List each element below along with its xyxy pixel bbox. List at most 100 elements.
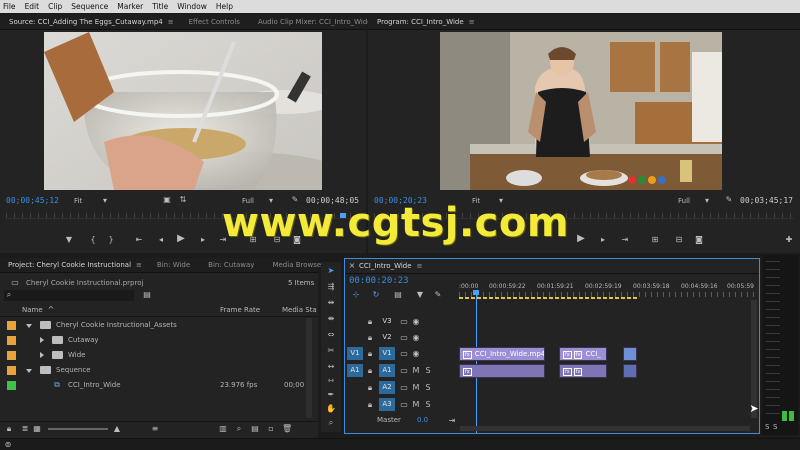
label-color-swatch[interactable] [7,351,16,360]
sync-lock-icon[interactable]: ▭ [399,333,409,343]
tab-source[interactable]: Source: CCI_Adding The Eggs_Cutaway.mp4 [0,15,172,30]
list-item[interactable]: ⧉ CCI_Intro_Wide 23.976 fps 00;00 [0,378,305,393]
slip-tool-icon[interactable]: ↔ [326,362,336,372]
list-item[interactable]: Cheryl Cookie Instructional_Assets [0,318,305,333]
source-patch-button[interactable]: V1 [347,347,363,360]
add-button-icon[interactable]: ✚ [784,235,794,245]
menu-clip[interactable]: Clip [48,2,62,11]
column-media-start[interactable]: Media Sta [282,306,317,314]
mute-icon[interactable]: M [411,383,421,393]
timeline-timecode[interactable]: 00:00:20:23 [349,276,409,286]
sync-lock-icon[interactable]: ▭ [399,349,409,359]
menu-edit[interactable]: Edit [25,2,40,11]
chevron-down-icon[interactable]: ▾ [702,196,712,206]
video-clip[interactable]: fx fx CCI_ [559,347,607,361]
video-clip[interactable] [623,347,637,361]
work-area-bar[interactable] [459,297,639,299]
new-bin-icon[interactable]: ▤ [250,424,260,434]
tab-menu-icon[interactable]: ≡ [136,261,142,269]
tab-menu-icon[interactable]: ≡ [417,262,423,270]
find-icon[interactable]: ⌕ [234,424,244,434]
disclosure-down-icon[interactable] [26,322,38,330]
rolling-edit-tool-icon[interactable]: ⇼ [326,314,336,324]
project-search-input[interactable]: ⌕ [4,290,134,301]
program-resolution-select[interactable]: Full [678,197,690,205]
wrench-icon[interactable]: ✎ [724,195,734,205]
solo-left-button[interactable]: S [765,423,769,431]
extract-icon[interactable]: ⊟ [674,235,684,245]
menu-title[interactable]: Title [152,2,168,11]
track-target-button[interactable]: A1 [379,364,395,377]
column-frame-rate[interactable]: Frame Rate [220,306,260,314]
lock-icon[interactable]: 🔒︎ [4,424,14,434]
go-to-out-icon[interactable]: ⇥ [447,416,457,426]
lock-icon[interactable]: 🔒︎ [365,349,375,359]
status-icon[interactable]: ⊚ [3,440,13,450]
mark-out-icon[interactable]: } [106,235,116,245]
video-clip[interactable]: fx CCI_Intro_Wide.mp4 [459,347,545,361]
ripple-edit-tool-icon[interactable]: ⇹ [326,298,336,308]
disclosure-right-icon[interactable] [40,337,50,345]
lift-icon[interactable]: ⊞ [650,235,660,245]
icon-view-icon[interactable]: ▦ [32,424,42,434]
master-volume[interactable]: 0.0 [417,416,428,424]
lock-icon[interactable]: 🔒︎ [365,333,375,343]
step-back-icon[interactable]: ◂ [156,235,166,245]
source-fit-select[interactable]: Fit [74,197,82,205]
tab-bin-cutaway[interactable]: Bin: Cutaway [199,258,263,273]
tab-effect-controls[interactable]: Effect Controls [180,15,249,30]
snap-icon[interactable]: ⊹ [351,290,361,300]
list-item[interactable]: Sequence [0,363,305,378]
export-frame-icon[interactable]: ⇅ [178,195,188,205]
disclosure-right-icon[interactable] [40,352,50,360]
go-to-out-icon[interactable]: ⇥ [620,235,630,245]
lock-icon[interactable]: 🔒︎ [365,366,375,376]
timeline-h-scrollbar[interactable] [460,426,750,431]
audio-clip[interactable]: fx [459,364,545,378]
menu-marker[interactable]: Marker [117,2,143,11]
pen-tool-icon[interactable]: ✒ [326,390,336,400]
disclosure-down-icon[interactable] [26,367,38,375]
source-patch-button[interactable]: A1 [347,364,363,377]
new-item-icon[interactable]: ▫ [266,424,276,434]
sort-icon[interactable]: ≡ [150,424,160,434]
marker-icon[interactable]: ▼ [415,290,425,300]
mute-icon[interactable]: M [411,400,421,410]
audio-clip[interactable] [623,364,637,378]
list-item[interactable]: Cutaway [0,333,305,348]
sort-up-icon[interactable]: ^ [46,305,56,315]
sync-lock-icon[interactable]: ▭ [399,317,409,327]
tab-project[interactable]: Project: Cheryl Cookie Instructional [0,258,140,273]
project-scrollbar[interactable] [306,318,312,418]
tab-timeline-sequence[interactable]: CCI_Intro_Wide [355,259,421,274]
label-color-swatch[interactable] [7,336,16,345]
list-view-icon[interactable]: ≣ [20,424,30,434]
solo-right-button[interactable]: S [773,423,777,431]
new-bin-icon[interactable]: ▤ [142,290,152,300]
menu-window[interactable]: Window [177,2,207,11]
timeline-ruler[interactable]: :00:00 00:00:59:22 00:01:59:21 00:02:59:… [459,283,755,301]
slide-tool-icon[interactable]: ⇿ [326,376,336,386]
solo-icon[interactable]: S [423,383,433,393]
solo-icon[interactable]: S [423,366,433,376]
film-icon[interactable]: ▣ [162,195,172,205]
wrench-icon[interactable]: ✎ [433,290,443,300]
tab-program[interactable]: Program: CCI_Intro_Wide [368,15,473,30]
program-video-frame[interactable] [440,32,722,190]
linked-selection-icon[interactable]: ↻ [371,290,381,300]
lock-icon[interactable]: 🔒︎ [365,317,375,327]
label-color-swatch[interactable] [7,321,16,330]
mountain-icon[interactable]: ▲ [112,424,122,434]
mark-in-icon[interactable]: { [88,235,98,245]
automate-icon[interactable]: ▥ [218,424,228,434]
step-forward-icon[interactable]: ▸ [598,235,608,245]
rate-stretch-tool-icon[interactable]: ⇔ [326,330,336,340]
track-target-button[interactable]: V3 [379,315,395,328]
eye-icon[interactable]: ◉ [411,333,421,343]
lock-icon[interactable]: 🔒︎ [365,383,375,393]
zoom-tool-icon[interactable]: ⌕ [326,418,336,428]
timeline-v-scrollbar[interactable] [751,300,757,418]
column-name[interactable]: Name [22,306,43,314]
menu-sequence[interactable]: Sequence [71,2,108,11]
eye-icon[interactable]: ◉ [411,349,421,359]
